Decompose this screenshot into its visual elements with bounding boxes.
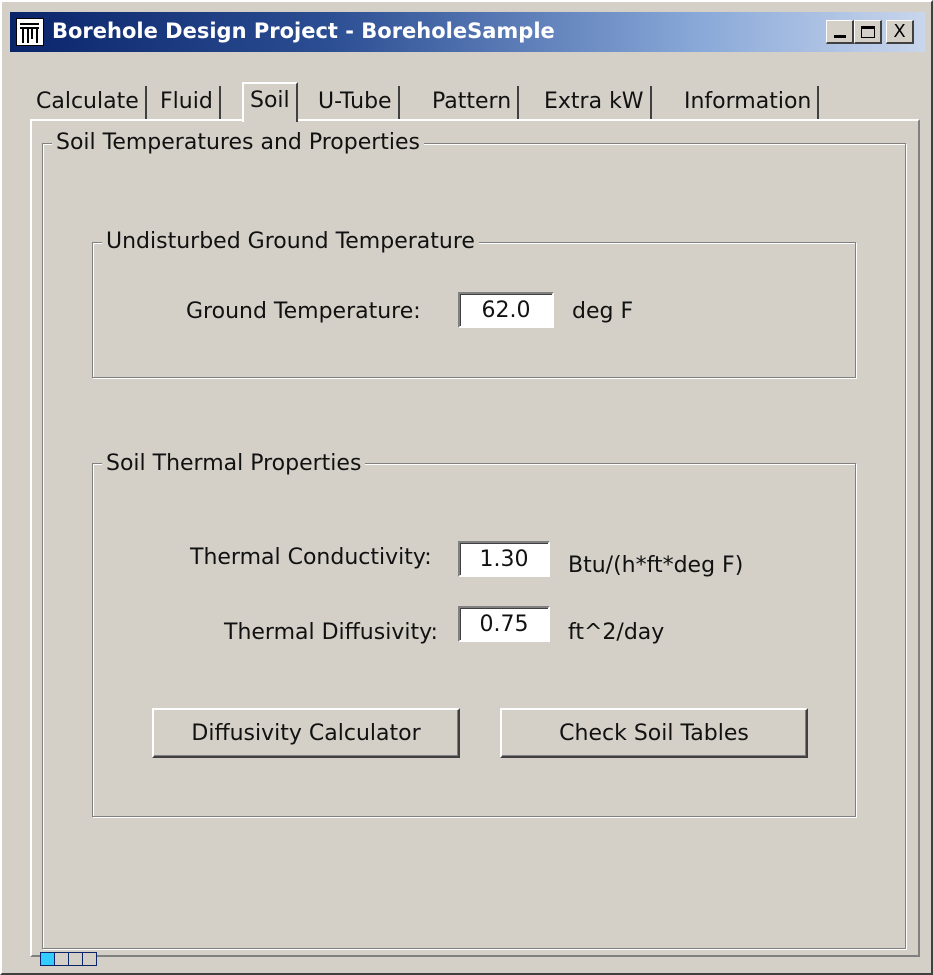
ground-temperature-input[interactable] xyxy=(458,292,554,328)
thermal-conductivity-unit: Btu/(h*ft*deg F) xyxy=(568,553,744,578)
thermal-diffusivity-input[interactable] xyxy=(458,606,550,642)
borehole-app-icon[interactable] xyxy=(16,18,44,46)
progress-cell-3 xyxy=(68,952,83,966)
soil-tab-page: Soil Temperatures and Properties Undistu… xyxy=(30,119,920,957)
maximize-icon xyxy=(860,25,875,38)
check-soil-tables-button[interactable]: Check Soil Tables xyxy=(500,708,808,758)
ground-temperature-unit: deg F xyxy=(572,299,634,324)
tab-information[interactable]: Information xyxy=(678,86,820,120)
minimize-button[interactable] xyxy=(826,20,854,44)
soil-temperatures-title: Soil Temperatures and Properties xyxy=(52,130,425,156)
soil-thermal-properties-title: Soil Thermal Properties xyxy=(102,451,366,477)
progress-cell-1 xyxy=(40,952,55,966)
progress-cell-2 xyxy=(54,952,69,966)
ground-temperature-group-title: Undisturbed Ground Temperature xyxy=(102,229,479,255)
diffusivity-calculator-button[interactable]: Diffusivity Calculator xyxy=(152,708,460,758)
title-bar[interactable]: Borehole Design Project - BoreholeSample… xyxy=(10,12,925,52)
progress-indicator xyxy=(40,952,97,966)
tab-calculate[interactable]: Calculate xyxy=(30,86,147,120)
tab-fluid[interactable]: Fluid xyxy=(154,86,221,120)
thermal-diffusivity-unit: ft^2/day xyxy=(568,620,665,645)
thermal-conductivity-label: Thermal Conductivity: xyxy=(190,545,432,570)
tab-soil[interactable]: Soil xyxy=(242,82,298,122)
close-icon: X xyxy=(893,20,906,42)
tab-pattern[interactable]: Pattern xyxy=(426,86,520,120)
thermal-diffusivity-label: Thermal Diffusivity: xyxy=(224,620,438,645)
maximize-button[interactable] xyxy=(854,20,882,44)
progress-cell-4 xyxy=(82,952,97,966)
main-window: Borehole Design Project - BoreholeSample… xyxy=(0,0,933,975)
close-button[interactable]: X xyxy=(886,20,914,44)
thermal-conductivity-input[interactable] xyxy=(458,541,550,577)
ground-temperature-label: Ground Temperature: xyxy=(186,299,421,324)
tab-u-tube[interactable]: U-Tube xyxy=(312,86,400,120)
tab-extra-kw[interactable]: Extra kW xyxy=(538,86,652,120)
window-title: Borehole Design Project - BoreholeSample xyxy=(52,19,555,43)
minimize-icon xyxy=(833,35,846,38)
